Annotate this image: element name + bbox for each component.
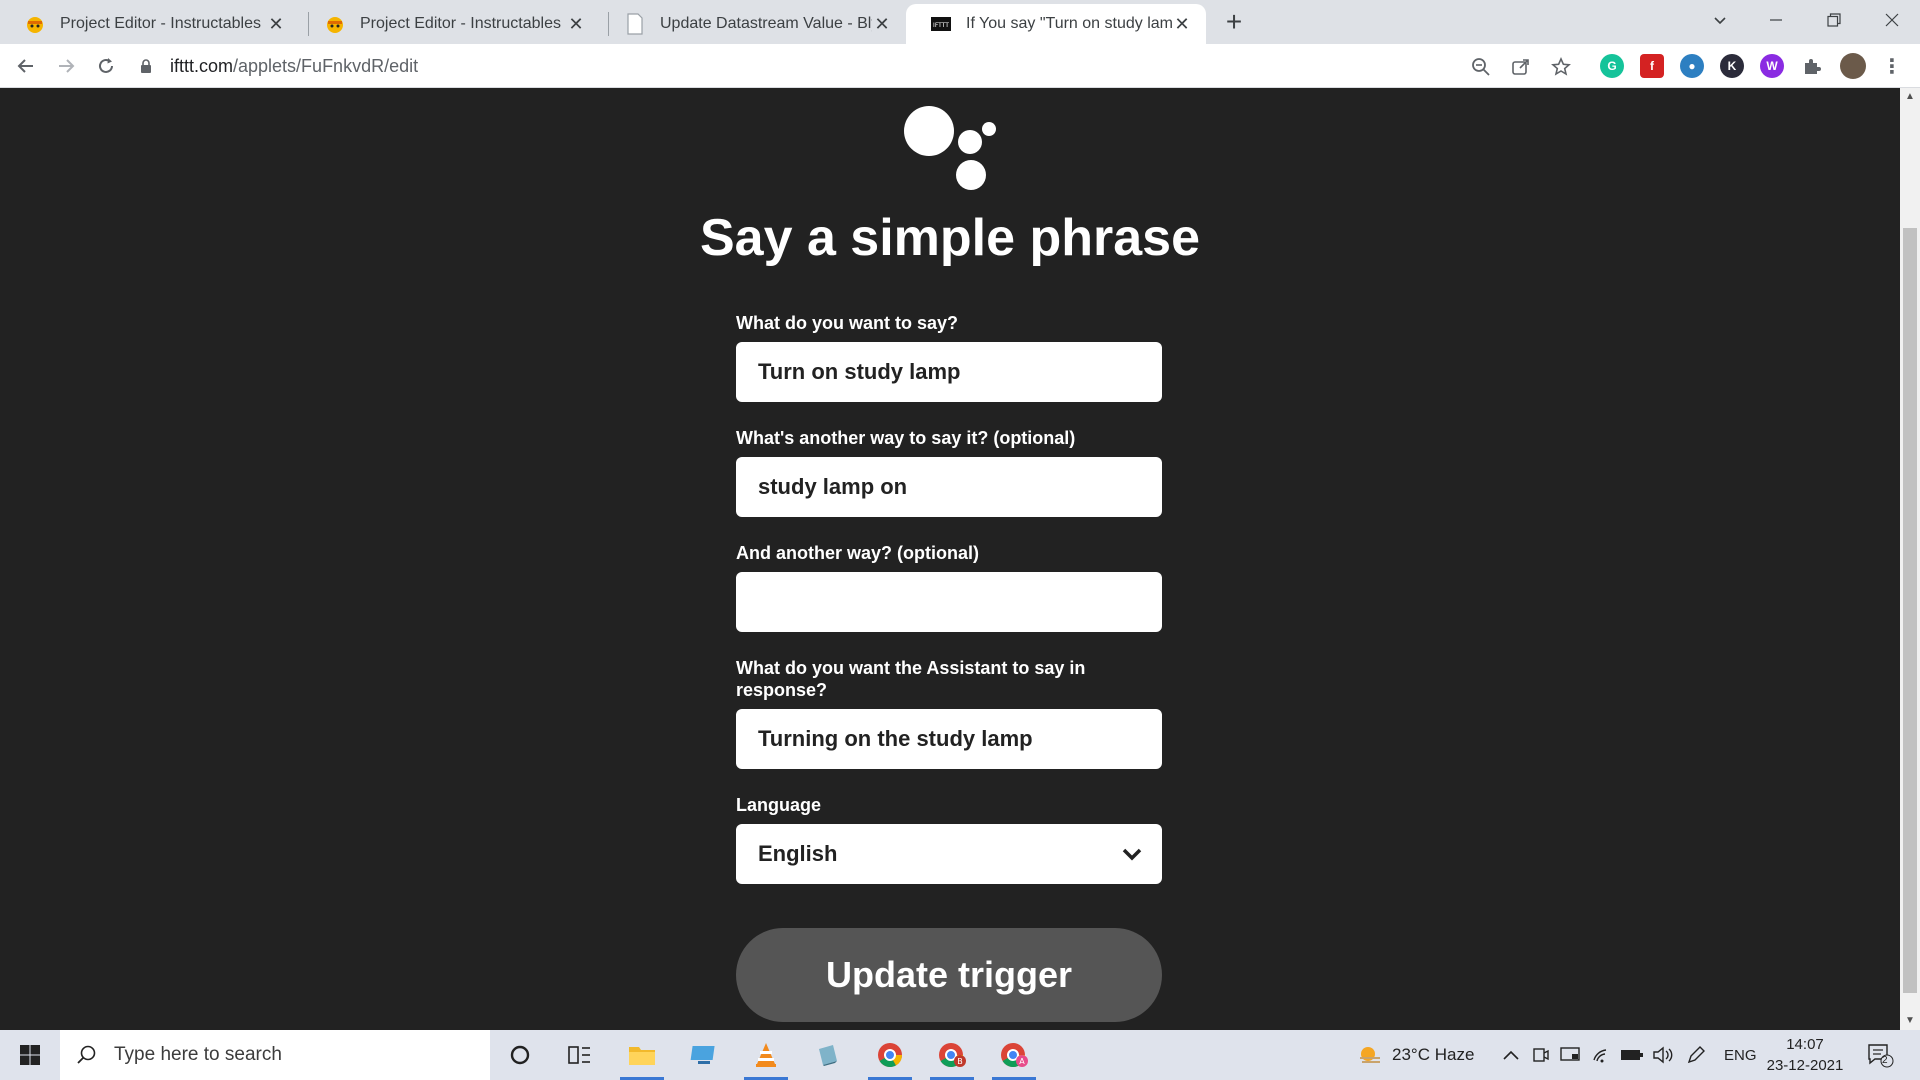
cortana-icon[interactable] xyxy=(492,1030,548,1080)
windows-start-icon[interactable] xyxy=(0,1030,60,1080)
scroll-up-arrow-icon[interactable]: ▲ xyxy=(1900,88,1920,106)
reload-icon[interactable] xyxy=(90,50,122,82)
system-clock[interactable]: 14:07 23-12-2021 xyxy=(1760,1034,1850,1076)
notes-app-icon[interactable] xyxy=(800,1030,856,1080)
ifttt-page: Say a simple phrase What do you want to … xyxy=(0,88,1900,1030)
svg-text:B: B xyxy=(957,1057,963,1066)
address-bar[interactable]: ifttt.com/applets/FuFnkvdR/edit xyxy=(140,50,1580,82)
clock-time: 14:07 xyxy=(1786,1036,1824,1053)
language-select[interactable]: English xyxy=(736,824,1162,884)
browser-toolbar: ifttt.com/applets/FuFnkvdR/edit xyxy=(0,44,1920,88)
google-assistant-logo-icon xyxy=(900,96,1000,191)
windows-taskbar: Type here to search B A 23°C Haze ENG 14… xyxy=(0,1030,1920,1080)
close-window-icon[interactable] xyxy=(1864,0,1920,40)
page-title: Say a simple phrase xyxy=(699,209,1201,267)
share-icon[interactable] xyxy=(1508,54,1534,80)
tab-search-chevron-icon[interactable] xyxy=(1692,0,1748,40)
task-view-icon[interactable] xyxy=(552,1030,608,1080)
notification-count: 2 xyxy=(1882,1055,1888,1066)
chrome-icon[interactable] xyxy=(862,1030,918,1080)
clock-date: 23-12-2021 xyxy=(1766,1057,1844,1074)
page-scrollbar[interactable]: ▲ ▼ xyxy=(1900,88,1920,1030)
tab-ifttt-active[interactable]: IFTTT If You say "Turn on study lamp", t… xyxy=(906,4,1206,44)
response-label: What do you want the Assistant to say in… xyxy=(736,658,1086,700)
tab-title: If You say "Turn on study lamp", t xyxy=(966,15,1172,32)
alt-phrase-label: What's another way to say it? (optional) xyxy=(736,428,1076,448)
weather-text: 23°C Haze xyxy=(1392,1045,1475,1064)
minimize-window-icon[interactable] xyxy=(1748,0,1804,40)
new-tab-button[interactable]: + xyxy=(1218,6,1250,38)
bookmark-star-icon[interactable] xyxy=(1548,54,1574,80)
tab-strip: Project Editor - Instructables ✕ Project… xyxy=(0,0,1920,44)
ifttt-favicon-icon: IFTTT xyxy=(930,13,952,35)
kebab-menu-icon[interactable]: ⋮ xyxy=(1880,54,1904,78)
url-path: /applets/FuFnkvdR/edit xyxy=(233,55,419,76)
close-tab-icon[interactable]: ✕ xyxy=(266,14,286,35)
flash-extension-icon[interactable]: f xyxy=(1640,54,1664,78)
page-favicon-icon xyxy=(624,13,646,35)
forward-arrow-icon[interactable] xyxy=(50,50,82,82)
globe-extension-icon[interactable]: ● xyxy=(1680,54,1704,78)
weather-widget[interactable]: 23°C Haze xyxy=(1356,1030,1474,1080)
response-input[interactable]: Turning on the study lamp xyxy=(736,709,1162,769)
scrollbar-thumb[interactable] xyxy=(1903,228,1917,993)
close-tab-icon[interactable]: ✕ xyxy=(566,14,586,35)
tab-title: Update Datastream Value - Blynk xyxy=(660,15,872,32)
tab-project-editor-2[interactable]: Project Editor - Instructables ✕ xyxy=(300,4,600,44)
phrase-label: What do you want to say? xyxy=(736,313,959,333)
tab-title: Project Editor - Instructables xyxy=(60,15,261,32)
taskbar-search-input[interactable]: Type here to search xyxy=(60,1030,490,1080)
battery-icon[interactable] xyxy=(1620,1030,1644,1080)
lock-icon xyxy=(140,58,154,74)
chrome-profile-a-icon[interactable]: A xyxy=(986,1030,1042,1080)
instructables-favicon-icon xyxy=(24,13,46,35)
update-trigger-button[interactable]: Update trigger xyxy=(736,928,1162,1022)
svg-text:IFTTT: IFTTT xyxy=(933,22,949,29)
w-extension-icon[interactable]: W xyxy=(1760,54,1784,78)
scroll-down-arrow-icon[interactable]: ▼ xyxy=(1900,1012,1920,1030)
weather-haze-icon xyxy=(1360,1047,1380,1063)
close-tab-icon[interactable]: ✕ xyxy=(1172,14,1192,35)
pen-icon[interactable] xyxy=(1686,1030,1706,1080)
chevron-down-icon xyxy=(1122,848,1142,861)
another-phrase-input[interactable] xyxy=(736,572,1162,632)
tab-title: Project Editor - Instructables xyxy=(360,15,561,32)
language-value: English xyxy=(758,841,838,866)
puzzle-extensions-icon[interactable] xyxy=(1800,54,1824,78)
wifi-icon[interactable] xyxy=(1592,1030,1612,1080)
zoom-out-icon[interactable] xyxy=(1468,54,1494,80)
notifications-icon[interactable]: 2 xyxy=(1866,1030,1894,1080)
chrome-profile-b-icon[interactable]: B xyxy=(924,1030,980,1080)
profile-avatar[interactable] xyxy=(1840,53,1866,79)
tab-project-editor-1[interactable]: Project Editor - Instructables ✕ xyxy=(0,4,300,44)
url-host: ifttt.com xyxy=(170,55,234,76)
volume-icon[interactable] xyxy=(1652,1030,1674,1080)
language-label: Language xyxy=(736,795,822,815)
show-hidden-icons-chevron-icon[interactable] xyxy=(1502,1030,1520,1080)
k-extension-icon[interactable]: K xyxy=(1720,54,1744,78)
meet-now-icon[interactable] xyxy=(1532,1030,1550,1080)
restore-window-icon[interactable] xyxy=(1806,0,1862,40)
grammarly-extension-icon[interactable]: G xyxy=(1600,54,1624,78)
vlc-icon[interactable] xyxy=(738,1030,794,1080)
search-placeholder: Type here to search xyxy=(114,1044,282,1065)
instructables-favicon-icon xyxy=(324,13,346,35)
back-arrow-icon[interactable] xyxy=(10,50,42,82)
display-icon[interactable] xyxy=(1560,1030,1580,1080)
alt-phrase-input[interactable]: study lamp on xyxy=(736,457,1162,517)
svg-text:A: A xyxy=(1019,1057,1025,1066)
close-tab-icon[interactable]: ✕ xyxy=(872,14,892,35)
computer-app-icon[interactable] xyxy=(676,1030,732,1080)
another-phrase-label: And another way? (optional) xyxy=(736,543,979,563)
file-explorer-icon[interactable] xyxy=(614,1030,670,1080)
phrase-input[interactable]: Turn on study lamp xyxy=(736,342,1162,402)
input-language[interactable]: ENG xyxy=(1724,1030,1757,1080)
search-icon xyxy=(76,1044,98,1066)
tab-blynk[interactable]: Update Datastream Value - Blynk ✕ xyxy=(600,4,906,44)
